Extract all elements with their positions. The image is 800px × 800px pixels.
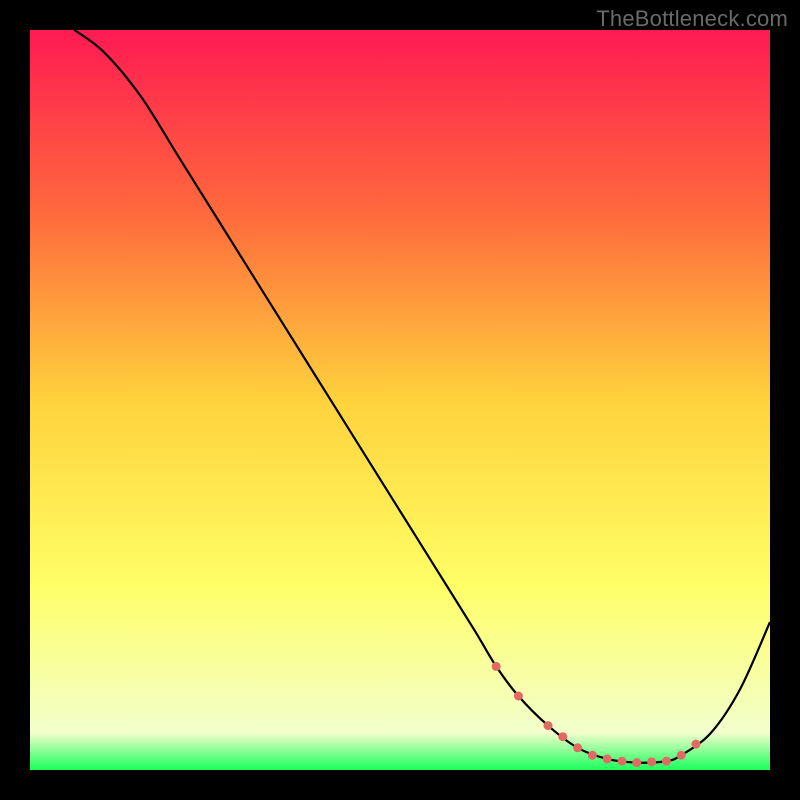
marker-dot — [544, 721, 553, 730]
marker-dot — [514, 692, 523, 701]
chart-container — [30, 30, 770, 770]
marker-dot — [632, 758, 641, 767]
bottleneck-chart — [30, 30, 770, 770]
marker-dot — [662, 757, 671, 766]
marker-dot — [692, 740, 701, 749]
marker-dot — [603, 754, 612, 763]
marker-dot — [677, 751, 686, 760]
watermark-text: TheBottleneck.com — [596, 6, 788, 32]
marker-dot — [588, 751, 597, 760]
marker-dot — [558, 732, 567, 741]
marker-dot — [573, 743, 582, 752]
marker-dot — [647, 757, 656, 766]
gradient-background — [30, 30, 770, 770]
marker-dot — [618, 757, 627, 766]
marker-dot — [492, 662, 501, 671]
